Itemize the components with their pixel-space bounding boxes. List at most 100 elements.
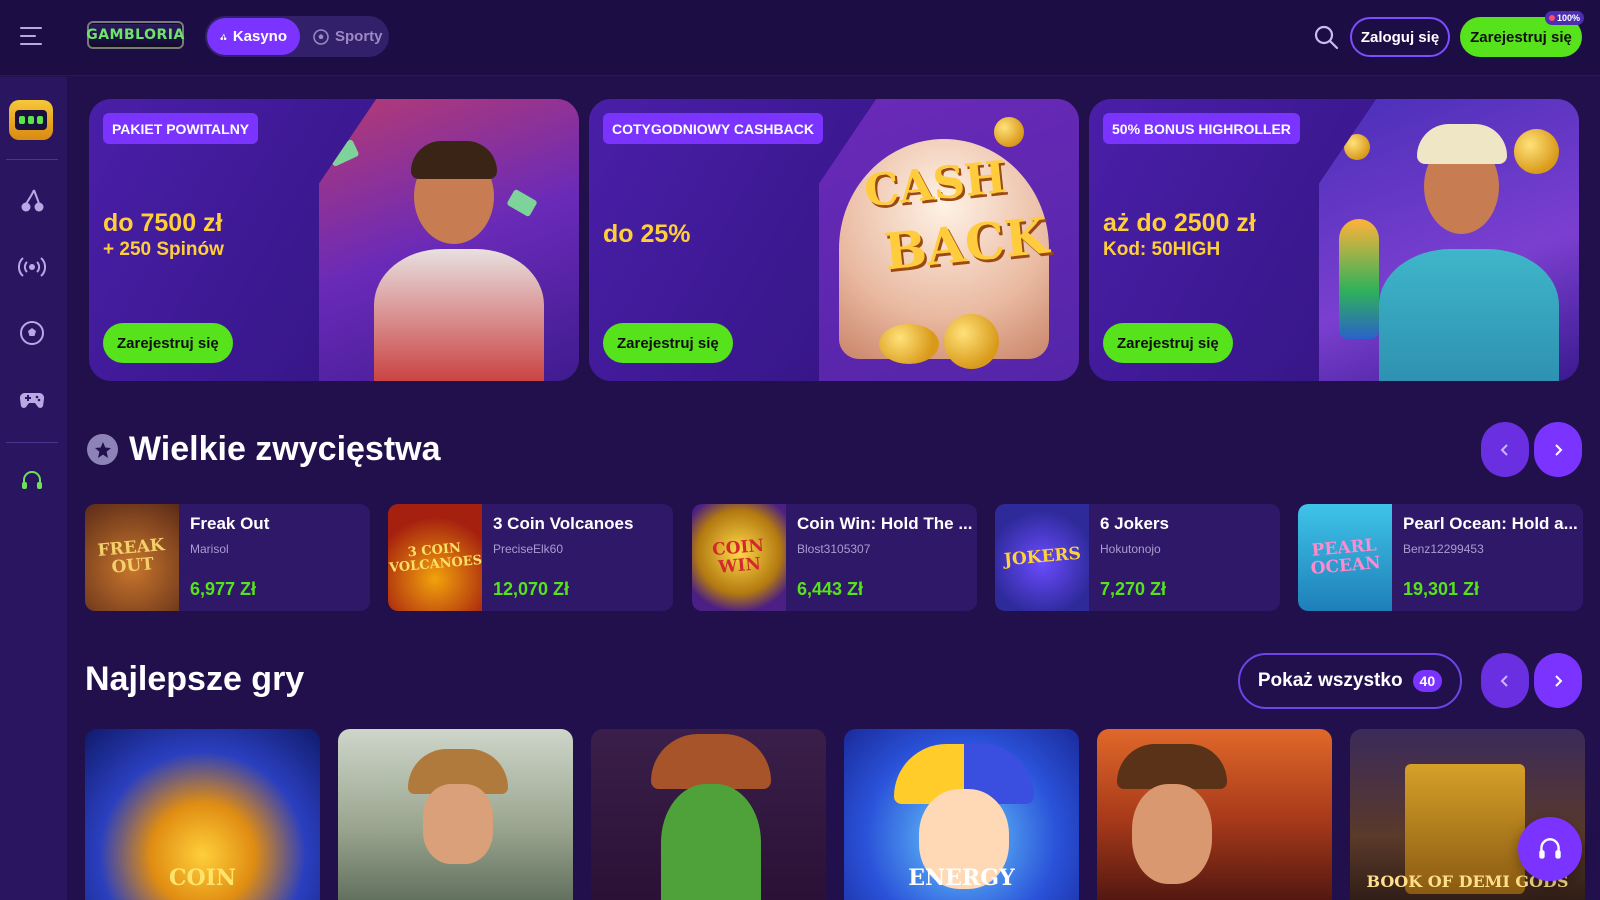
win-username: Hokutonojo	[1100, 542, 1161, 556]
sidebar-item-casino[interactable]	[18, 187, 46, 215]
thumbnail-title: PEARL OCEAN	[1309, 534, 1382, 579]
banner-artwork: CASH BACK	[819, 99, 1079, 381]
headset-icon	[1539, 838, 1561, 859]
show-all-count: 40	[1412, 670, 1443, 692]
sidebar-item-support[interactable]	[18, 467, 46, 495]
promo-banner-cashback[interactable]: CASH BACK COTYGODNIOWY CASHBACK do 25% Z…	[589, 99, 1079, 381]
win-amount: 6,977 Zł	[190, 579, 257, 599]
top-header: GAMBLORIA Kasyno Sporty Zaloguj się Zare…	[0, 0, 1600, 76]
character-shirt	[374, 249, 544, 381]
promo-banner-welcome[interactable]: PAKIET POWITALNY do 7500 zł + 250 Spinów…	[89, 99, 579, 381]
win-game-name: Freak Out	[190, 514, 270, 533]
big-wins-next-button[interactable]	[1534, 422, 1582, 477]
search-icon[interactable]	[1313, 24, 1339, 50]
win-username: Blost3105307	[797, 542, 871, 556]
character-head	[1132, 784, 1212, 884]
site-logo[interactable]: GAMBLORIA	[86, 21, 184, 49]
game-tile[interactable]	[338, 729, 573, 900]
bonus-percent-badge: 100%	[1545, 11, 1585, 25]
banner-subline: + 250 Spinów	[103, 239, 224, 260]
coin-image	[879, 324, 939, 364]
win-amount: 7,270 Zł	[1100, 579, 1167, 599]
banner-artwork	[319, 99, 579, 381]
win-amount: 12,070 Zł	[493, 579, 570, 599]
gamepad-icon	[19, 393, 45, 408]
gift-icon	[1549, 15, 1555, 21]
top-games-next-button[interactable]	[1534, 653, 1582, 708]
game-thumbnail: FREAK OUT	[85, 504, 179, 611]
big-win-card[interactable]: COIN WIN Coin Win: Hold The ... Blost310…	[692, 504, 977, 611]
fedora-image	[1117, 744, 1227, 789]
chevron-left-icon	[1500, 443, 1508, 456]
win-username: Benz12299453	[1403, 542, 1484, 556]
banner-register-button[interactable]: Zarejestruj się	[603, 323, 733, 363]
big-win-card[interactable]: FREAK OUT Freak Out Marisol 6,977 Zł	[85, 504, 370, 611]
game-tile-title: COIN	[168, 865, 237, 891]
top-games-title: Najlepsze gry	[85, 660, 305, 698]
chevron-left-icon	[1500, 674, 1508, 687]
game-thumbnail: 3 COIN VOLCANOES	[388, 504, 482, 611]
banner-tag: 50% BONUS HIGHROLLER	[1103, 113, 1300, 144]
cactus-character-image	[661, 784, 761, 900]
support-chat-button[interactable]	[1518, 817, 1582, 881]
cherry-icon	[220, 33, 227, 40]
live-broadcast-icon	[17, 257, 47, 277]
banner-tag: PAKIET POWITALNY	[103, 113, 259, 144]
game-tile[interactable]	[591, 729, 826, 900]
star-icon	[87, 434, 118, 465]
banner-headline: do 25%	[603, 220, 691, 248]
sidebar-item-games[interactable]	[18, 385, 46, 413]
thumbnail-title: 3 COIN VOLCANOES	[388, 540, 482, 576]
promo-banner-highroller[interactable]: 50% BONUS HIGHROLLER aż do 2500 zł Kod: …	[1089, 99, 1579, 381]
chevron-right-icon	[1555, 443, 1563, 456]
banner-tag: COTYGODNIOWY CASHBACK	[603, 113, 823, 144]
thumbnail-title: COIN WIN	[711, 535, 765, 578]
win-game-name: 6 Jokers	[1100, 514, 1169, 533]
menu-icon[interactable]	[20, 27, 42, 45]
coin-image	[1344, 134, 1370, 160]
show-all-button[interactable]: Pokaż wszystko 40	[1238, 653, 1462, 709]
game-thumbnail: JOKERS	[995, 504, 1089, 611]
login-button[interactable]: Zaloguj się	[1350, 17, 1450, 57]
character-head	[423, 784, 493, 864]
character-hair	[411, 141, 497, 179]
big-wins-prev-button[interactable]	[1481, 422, 1529, 477]
soccer-ball-icon	[20, 321, 44, 345]
game-tile-title: ENERGY	[908, 865, 1015, 891]
sidebar-item-live[interactable]	[17, 253, 47, 281]
sidebar-item-sports[interactable]	[18, 319, 46, 347]
win-amount: 6,443 Zł	[797, 579, 864, 599]
sombrero-image	[651, 734, 771, 789]
tab-sports-label: Sporty	[335, 28, 383, 45]
parrot-image	[1339, 219, 1379, 339]
big-wins-title: Wielkie zwycięstwa	[129, 430, 441, 468]
win-game-name: Pearl Ocean: Hold a...	[1403, 514, 1578, 533]
big-win-card[interactable]: 3 COIN VOLCANOES 3 Coin Volcanoes Precis…	[388, 504, 673, 611]
win-game-name: 3 Coin Volcanoes	[493, 514, 634, 533]
game-tile[interactable]: COIN	[85, 729, 320, 900]
banner-headline: do 7500 zł	[103, 209, 223, 237]
sidebar	[0, 77, 67, 900]
tab-casino[interactable]: Kasyno	[207, 18, 300, 55]
soccer-ball-icon	[313, 28, 329, 45]
headset-icon	[22, 471, 42, 489]
game-tile[interactable]: ENERGY	[844, 729, 1079, 900]
thumbnail-title: JOKERS	[1002, 543, 1082, 570]
top-games-prev-button[interactable]	[1481, 653, 1529, 708]
sidebar-divider	[6, 159, 58, 160]
game-tile[interactable]	[1097, 729, 1332, 900]
win-username: PreciseElk60	[493, 542, 564, 556]
big-win-card[interactable]: JOKERS 6 Jokers Hokutonojo 7,270 Zł	[995, 504, 1280, 611]
banner-headline: aż do 2500 zł	[1103, 209, 1256, 237]
banner-register-button[interactable]: Zarejestruj się	[103, 323, 233, 363]
coin-image	[944, 314, 999, 369]
thumbnail-title: FREAK OUT	[96, 534, 166, 578]
sidebar-divider	[6, 442, 58, 443]
banner-register-button[interactable]: Zarejestruj się	[1103, 323, 1233, 363]
tab-sports[interactable]: Sporty	[300, 18, 396, 55]
big-win-card[interactable]: PEARL OCEAN Pearl Ocean: Hold a... Benz1…	[1298, 504, 1583, 611]
slot-machine-icon[interactable]	[9, 100, 53, 140]
mode-switch: Kasyno Sporty	[205, 16, 389, 57]
tab-casino-label: Kasyno	[232, 28, 287, 45]
game-thumbnail: COIN WIN	[692, 504, 786, 611]
